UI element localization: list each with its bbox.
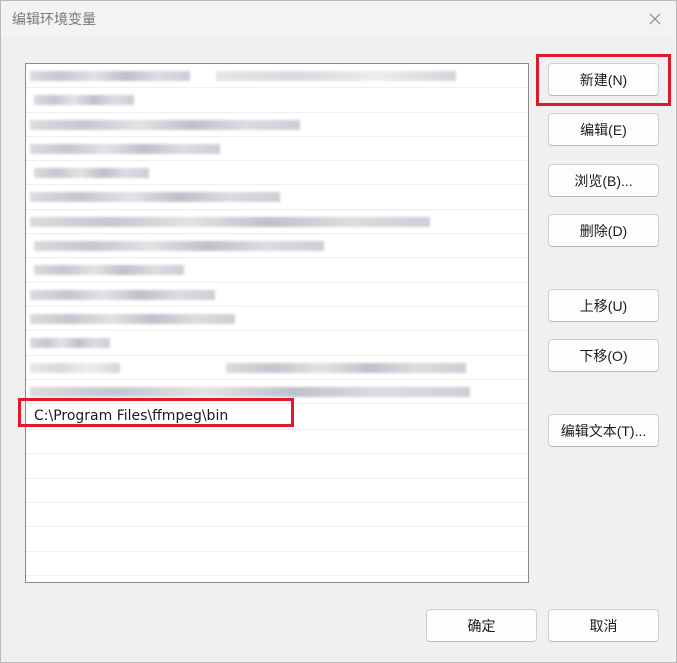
list-item-redacted[interactable]	[26, 307, 528, 332]
list-item-empty[interactable]	[26, 527, 528, 552]
delete-button[interactable]: 删除(D)	[548, 214, 659, 247]
list-item-redacted[interactable]	[26, 88, 528, 113]
edit-button[interactable]: 编辑(E)	[548, 113, 659, 146]
list-item-empty[interactable]	[26, 503, 528, 528]
list-item-redacted[interactable]	[26, 380, 528, 405]
list-item-redacted[interactable]	[26, 234, 528, 259]
list-item-redacted[interactable]	[26, 258, 528, 283]
close-icon	[649, 13, 661, 25]
list-item-redacted[interactable]	[26, 283, 528, 307]
dialog-title: 编辑环境变量	[12, 12, 96, 28]
list-item-redacted[interactable]	[26, 185, 528, 210]
list-item-redacted[interactable]	[26, 210, 528, 235]
list-item-redacted[interactable]	[26, 331, 528, 356]
browse-button[interactable]: 浏览(B)...	[548, 164, 659, 197]
list-item-redacted[interactable]	[26, 64, 528, 89]
list-item-empty[interactable]	[26, 430, 528, 455]
list-item-empty[interactable]	[26, 552, 528, 576]
list-item-redacted[interactable]	[26, 161, 528, 186]
close-button[interactable]	[644, 9, 666, 29]
list-item-redacted[interactable]	[26, 356, 528, 380]
edit-text-button[interactable]: 编辑文本(T)...	[548, 414, 659, 447]
list-item-selected-path[interactable]: C:\Program Files\ffmpeg\bin	[26, 404, 528, 431]
selected-path-text: C:\Program Files\ffmpeg\bin	[34, 408, 229, 425]
list-item-empty[interactable]	[26, 454, 528, 479]
list-item-redacted[interactable]	[26, 137, 528, 162]
new-button[interactable]: 新建(N)	[548, 63, 659, 96]
title-bar: 编辑环境变量	[1, 1, 676, 37]
edit-environment-variable-dialog: 编辑环境变量 C:\Program Files\ffmpeg\bin 新建(N)…	[0, 0, 677, 663]
move-up-button[interactable]: 上移(U)	[548, 289, 659, 322]
list-item-empty[interactable]	[26, 479, 528, 504]
ok-button[interactable]: 确定	[426, 609, 537, 642]
cancel-button[interactable]: 取消	[548, 609, 659, 642]
move-down-button[interactable]: 下移(O)	[548, 339, 659, 372]
list-item-redacted[interactable]	[26, 113, 528, 137]
path-list[interactable]: C:\Program Files\ffmpeg\bin	[25, 63, 529, 583]
